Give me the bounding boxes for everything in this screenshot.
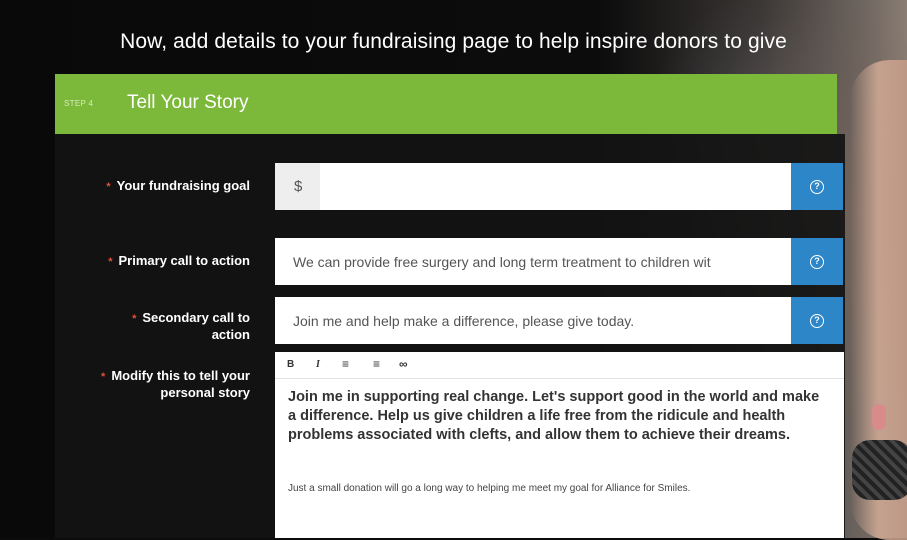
required-marker: * bbox=[101, 371, 106, 383]
primary-cta-input[interactable]: We can provide free surgery and long ter… bbox=[275, 254, 791, 270]
secondary-cta-help-button[interactable]: ? bbox=[791, 297, 843, 344]
primary-cta-field[interactable]: We can provide free surgery and long ter… bbox=[275, 238, 791, 285]
step-title: Tell Your Story bbox=[127, 92, 249, 113]
secondary-cta-input[interactable]: Join me and help make a difference, plea… bbox=[275, 313, 634, 329]
goal-help-button[interactable]: ? bbox=[791, 163, 843, 210]
primary-cta-label: * Primary call to action bbox=[108, 253, 250, 268]
background-bracelet bbox=[852, 440, 907, 500]
bullet-list-icon[interactable]: ≡ bbox=[342, 357, 349, 371]
required-marker: * bbox=[132, 313, 137, 325]
story-heading-text[interactable]: Join me in supporting real change. Let's… bbox=[288, 388, 828, 445]
story-label: * Modify this to tell your personal story bbox=[101, 368, 250, 400]
question-mark-icon: ? bbox=[810, 179, 824, 194]
primary-cta-help-button[interactable]: ? bbox=[791, 238, 843, 285]
required-marker: * bbox=[108, 256, 113, 268]
story-editor[interactable]: B I ≡ ≡ ∞ Join me in supporting real cha… bbox=[275, 352, 844, 538]
question-mark-icon: ? bbox=[810, 313, 824, 328]
editor-toolbar: B I ≡ ≡ ∞ bbox=[275, 352, 844, 379]
bold-button[interactable]: B bbox=[287, 359, 294, 370]
currency-prefix: $ bbox=[275, 163, 320, 210]
secondary-cta-field[interactable]: Join me and help make a difference, plea… bbox=[275, 297, 791, 344]
numbered-list-icon[interactable]: ≡ bbox=[373, 357, 380, 371]
background-fingernail bbox=[872, 404, 886, 430]
story-body-text[interactable]: Just a small donation will go a long way… bbox=[288, 483, 828, 494]
goal-label: * Your fundraising goal bbox=[106, 178, 250, 193]
step-number: STEP 4 bbox=[64, 99, 94, 108]
italic-button[interactable]: I bbox=[316, 359, 320, 370]
question-mark-icon: ? bbox=[810, 254, 824, 269]
link-icon[interactable]: ∞ bbox=[399, 357, 408, 371]
secondary-cta-label: * Secondary call to action bbox=[132, 310, 250, 342]
required-marker: * bbox=[106, 181, 111, 193]
goal-field[interactable]: $ bbox=[275, 163, 791, 210]
page-heading: Now, add details to your fundraising pag… bbox=[120, 30, 787, 53]
